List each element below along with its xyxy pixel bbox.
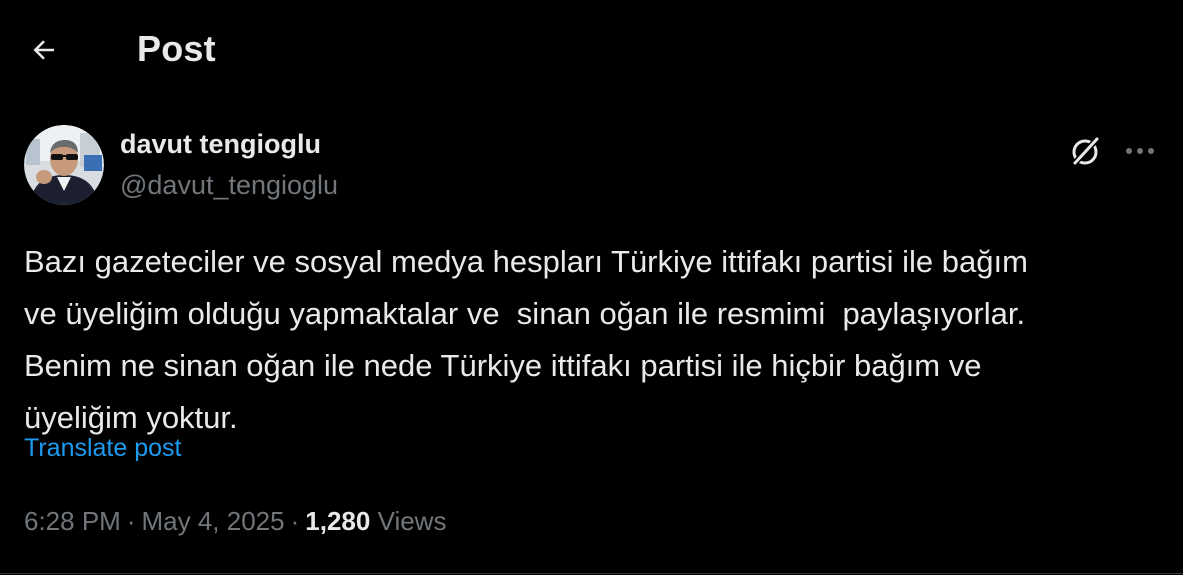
meta-separator: · bbox=[126, 506, 136, 536]
translate-post-link[interactable]: Translate post bbox=[24, 434, 181, 463]
meta-separator: · bbox=[290, 506, 300, 536]
grok-icon bbox=[1071, 135, 1101, 167]
more-options-button[interactable] bbox=[1118, 129, 1162, 173]
author-handle[interactable]: @davut_tengioglu bbox=[120, 170, 338, 201]
back-button[interactable] bbox=[24, 30, 64, 70]
views-count: 1,280 bbox=[305, 506, 371, 536]
post-text: Bazı gazeteciler ve sosyal medya hesplar… bbox=[24, 244, 1028, 435]
post-header: Post bbox=[0, 0, 1183, 100]
grok-button[interactable] bbox=[1064, 129, 1108, 173]
views-label: Views bbox=[377, 506, 447, 536]
page-title: Post bbox=[137, 28, 216, 69]
more-horizontal-icon bbox=[1126, 148, 1154, 154]
post-time[interactable]: 6:28 PM bbox=[24, 506, 121, 536]
avatar-image bbox=[24, 125, 104, 205]
divider bbox=[0, 573, 1183, 574]
arrow-left-icon bbox=[33, 40, 54, 60]
author-display-name[interactable]: davut tengioglu bbox=[120, 129, 321, 160]
author-row: davut tengioglu @davut_tengioglu bbox=[24, 125, 1159, 207]
post-meta: 6:28 PM · May 4, 2025 · 1,280 Views bbox=[24, 506, 446, 537]
avatar[interactable] bbox=[24, 125, 104, 205]
post-date[interactable]: May 4, 2025 bbox=[142, 506, 285, 536]
